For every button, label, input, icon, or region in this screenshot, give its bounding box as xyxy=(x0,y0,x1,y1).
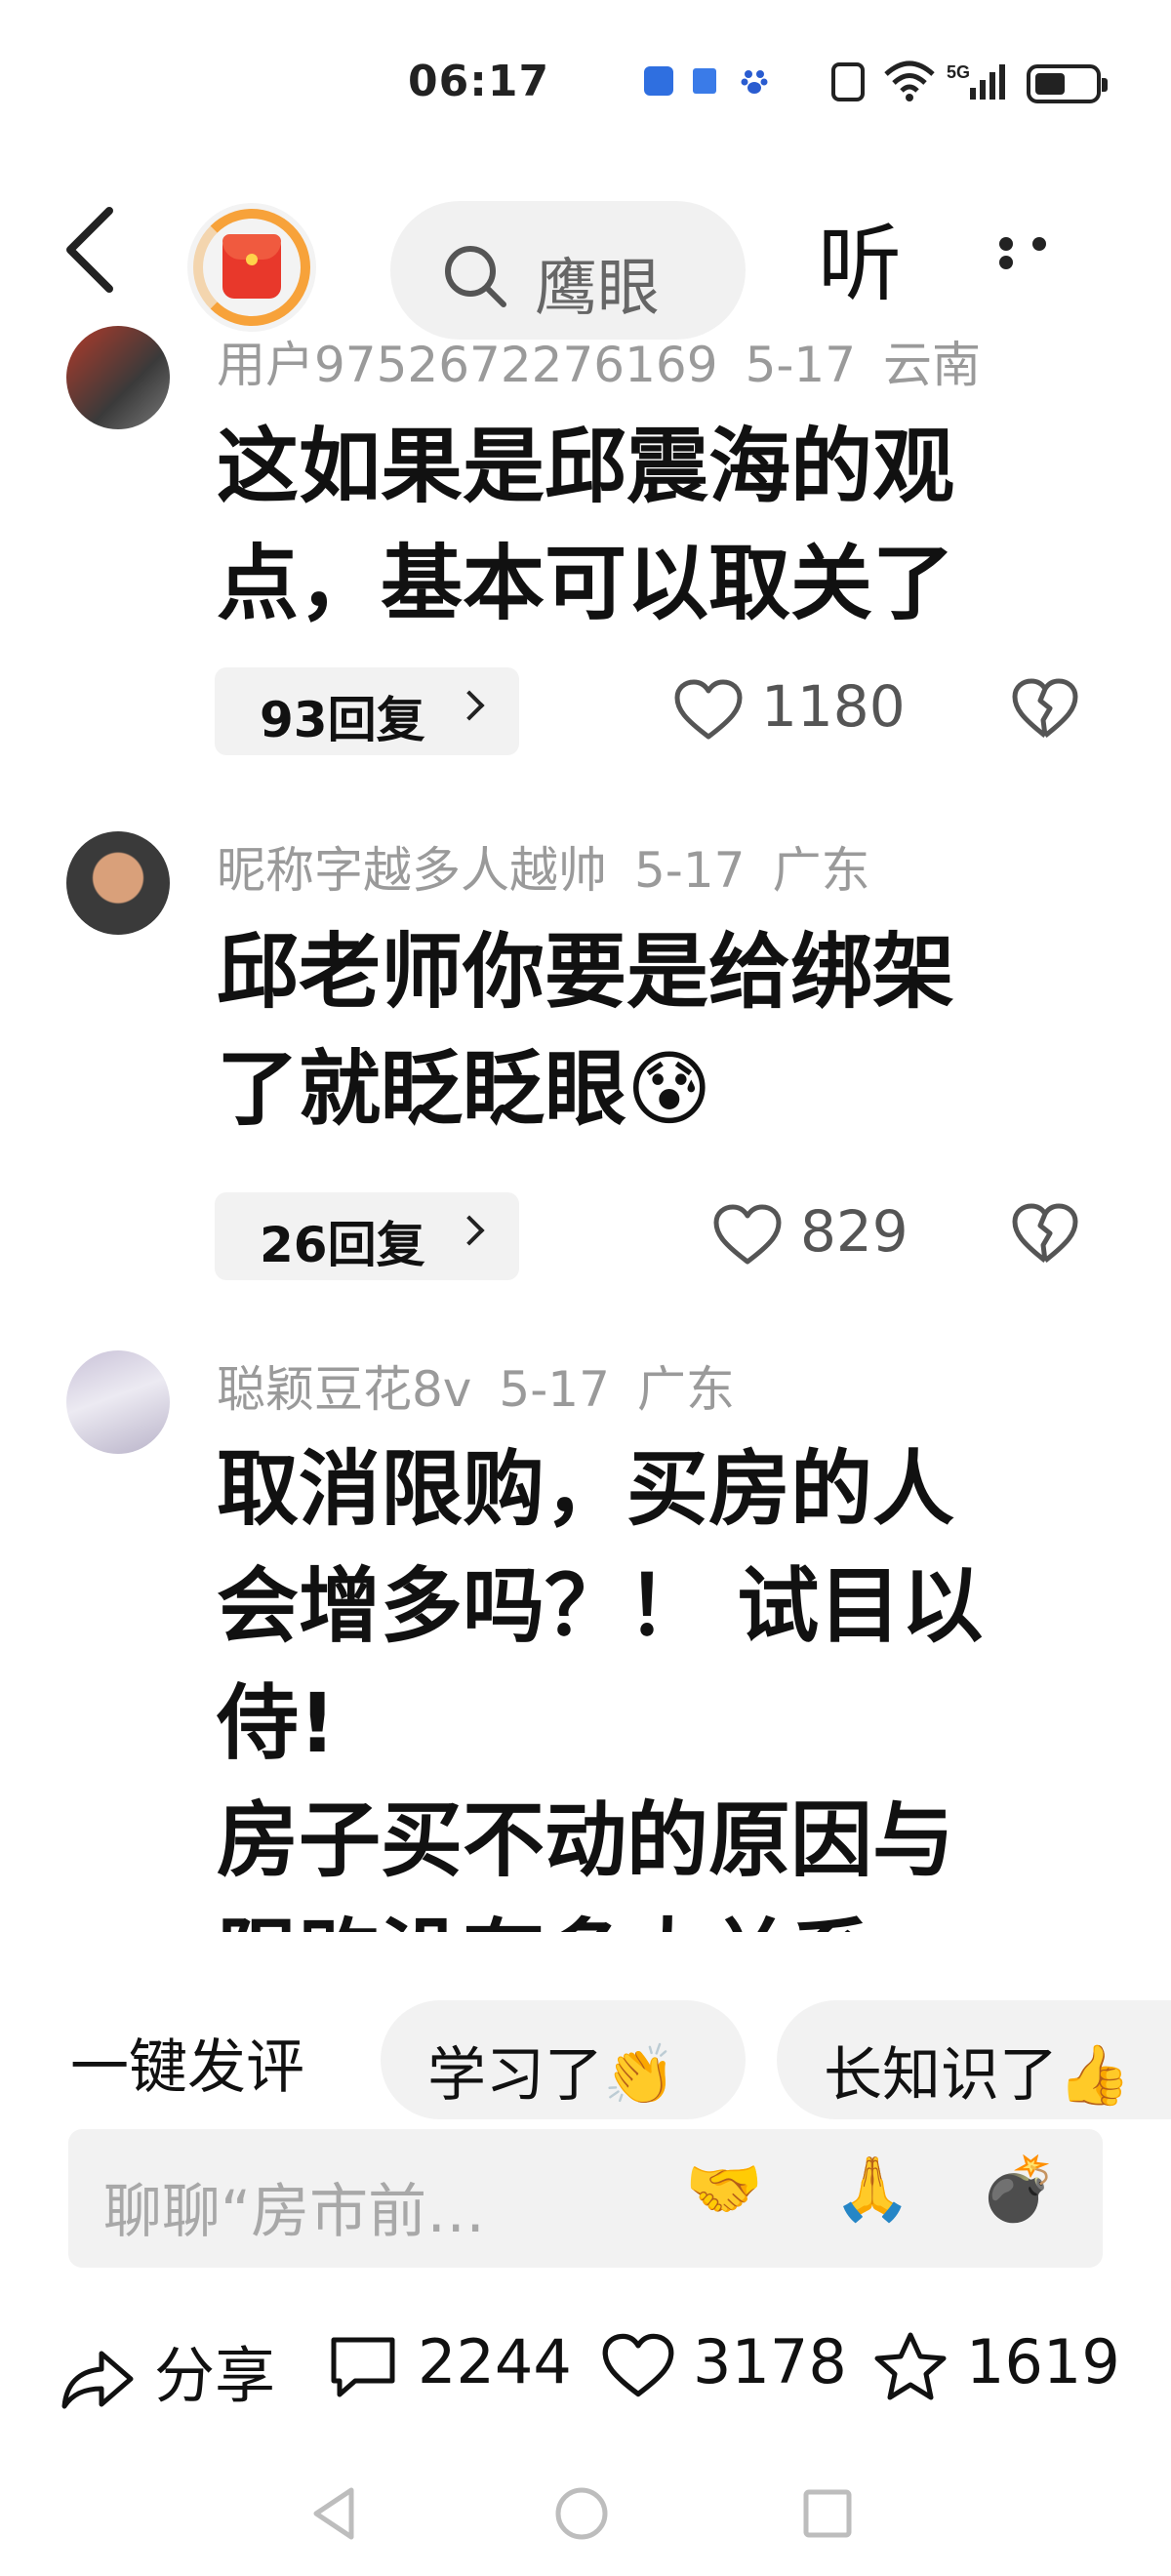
handshake-emoji-button[interactable]: 🤝 xyxy=(685,2153,763,2226)
search-icon xyxy=(445,246,506,307)
likes-count: 3178 xyxy=(693,2326,847,2397)
pray-emoji-button[interactable]: 🙏 xyxy=(833,2153,911,2226)
comment-input[interactable]: 聊聊“房市前… 🤝 🙏 💣 xyxy=(68,2129,1103,2268)
dislike-button[interactable] xyxy=(1011,1202,1079,1270)
star-icon xyxy=(874,2332,947,2400)
home-circle-icon[interactable] xyxy=(552,2484,611,2543)
broken-heart-icon xyxy=(1012,678,1078,738)
dislike-button[interactable] xyxy=(1011,677,1079,745)
comment-username[interactable]: 昵称字越多人越帅 xyxy=(217,842,607,899)
avatar[interactable] xyxy=(66,831,170,935)
comment-text: 邱老师你要是给绑架 了就眨眨眼😰 xyxy=(217,924,955,1137)
bomb-emoji-button[interactable]: 💣 xyxy=(980,2153,1058,2226)
heart-icon xyxy=(713,1204,782,1265)
listen-button[interactable]: 听 xyxy=(818,195,902,317)
back-button[interactable] xyxy=(59,205,127,293)
chevron-right-icon xyxy=(454,690,485,721)
search-text: 鹰眼 xyxy=(535,253,660,325)
reply-count: 93回复 xyxy=(260,692,425,748)
like-button[interactable]: 829 xyxy=(712,1198,909,1268)
like-post-button[interactable]: 3178 xyxy=(601,2326,847,2400)
heart-icon xyxy=(674,679,743,740)
action-bar: 分享 2244 3178 1619 xyxy=(0,2303,1171,2420)
comment-location: 云南 xyxy=(883,337,982,393)
comment-location: 广东 xyxy=(772,842,870,899)
comments-count: 2244 xyxy=(418,2326,572,2397)
status-time: 06:17 xyxy=(408,57,550,106)
comment-meta: 昵称字越多人越帅 5-17 广东 xyxy=(217,831,897,902)
signal-icon: 5G xyxy=(947,59,1007,107)
nfc-icon xyxy=(831,62,865,101)
more-icon[interactable] xyxy=(999,236,1097,269)
quick-reply-chip[interactable]: 长知识了👍 xyxy=(777,2000,1171,2119)
reply-count: 26回复 xyxy=(260,1217,425,1273)
broken-heart-icon xyxy=(1012,1203,1078,1263)
share-button[interactable]: 分享 xyxy=(59,2326,275,2414)
comment-meta: 聪颖豆花8v 5-17 广东 xyxy=(217,1350,762,1421)
paw-notification-icon xyxy=(740,66,769,96)
avatar[interactable] xyxy=(66,326,170,429)
back-triangle-icon[interactable] xyxy=(308,2484,359,2543)
quick-reply-label: 一键发评 xyxy=(70,2033,304,2102)
status-bar: 06:17 5G xyxy=(0,0,1171,166)
quick-reply-bar: 一键发评 学习了👏 长知识了👍 xyxy=(0,1981,1171,2119)
comment-username[interactable]: 用户9752672276169 xyxy=(217,337,718,393)
reply-button[interactable]: 93回复 xyxy=(215,667,519,755)
comment-icon xyxy=(331,2337,395,2397)
comments-button[interactable]: 2244 xyxy=(326,2326,572,2400)
comment-input-placeholder: 聊聊“房市前… xyxy=(103,2178,486,2246)
comment-meta: 用户9752672276169 5-17 云南 xyxy=(217,326,1008,396)
calendar-notification-icon xyxy=(693,68,716,94)
comment-date: 5-17 xyxy=(499,1361,610,1418)
search-bar[interactable]: 鹰眼 xyxy=(390,201,746,340)
recents-square-icon[interactable] xyxy=(800,2486,855,2541)
like-count: 1180 xyxy=(761,673,906,740)
reply-button[interactable]: 26回复 xyxy=(215,1192,519,1280)
share-label: 分享 xyxy=(154,2340,276,2411)
heart-icon xyxy=(602,2333,674,2397)
comment-text: 取消限购，买房的人 会增多吗？！ 试目以 侍! 房子买不动的原因与 限购没有多大… xyxy=(217,1441,984,1950)
battery-icon xyxy=(1027,64,1108,103)
comment-location: 广东 xyxy=(636,1361,735,1418)
comment-item: 聪颖豆花8v 5-17 广东 取消限购，买房的人 会增多吗？！ 试目以 侍! 房子买… xyxy=(0,1345,1171,1950)
like-count: 829 xyxy=(800,1198,909,1265)
like-button[interactable]: 1180 xyxy=(673,673,906,743)
app-notification-icon xyxy=(644,66,673,96)
comment-date: 5-17 xyxy=(745,337,857,393)
avatar[interactable] xyxy=(66,1350,170,1454)
top-nav: 鹰眼 听 xyxy=(0,166,1171,340)
favorite-button[interactable]: 1619 xyxy=(872,2326,1120,2402)
comment-date: 5-17 xyxy=(634,842,746,899)
chevron-right-icon xyxy=(454,1215,485,1246)
share-icon xyxy=(61,2351,134,2409)
comment-text: 这如果是邱震海的观 点，基本可以取关了 xyxy=(217,419,955,631)
system-nav-bar xyxy=(0,2459,1171,2576)
quick-reply-chip[interactable]: 学习了👏 xyxy=(381,2000,746,2119)
svg-text:5G: 5G xyxy=(947,62,970,82)
red-packet-icon[interactable] xyxy=(187,203,316,332)
favorites-count: 1619 xyxy=(966,2326,1120,2397)
comment-username[interactable]: 聪颖豆花8v xyxy=(217,1361,471,1418)
wifi-icon xyxy=(882,59,937,107)
